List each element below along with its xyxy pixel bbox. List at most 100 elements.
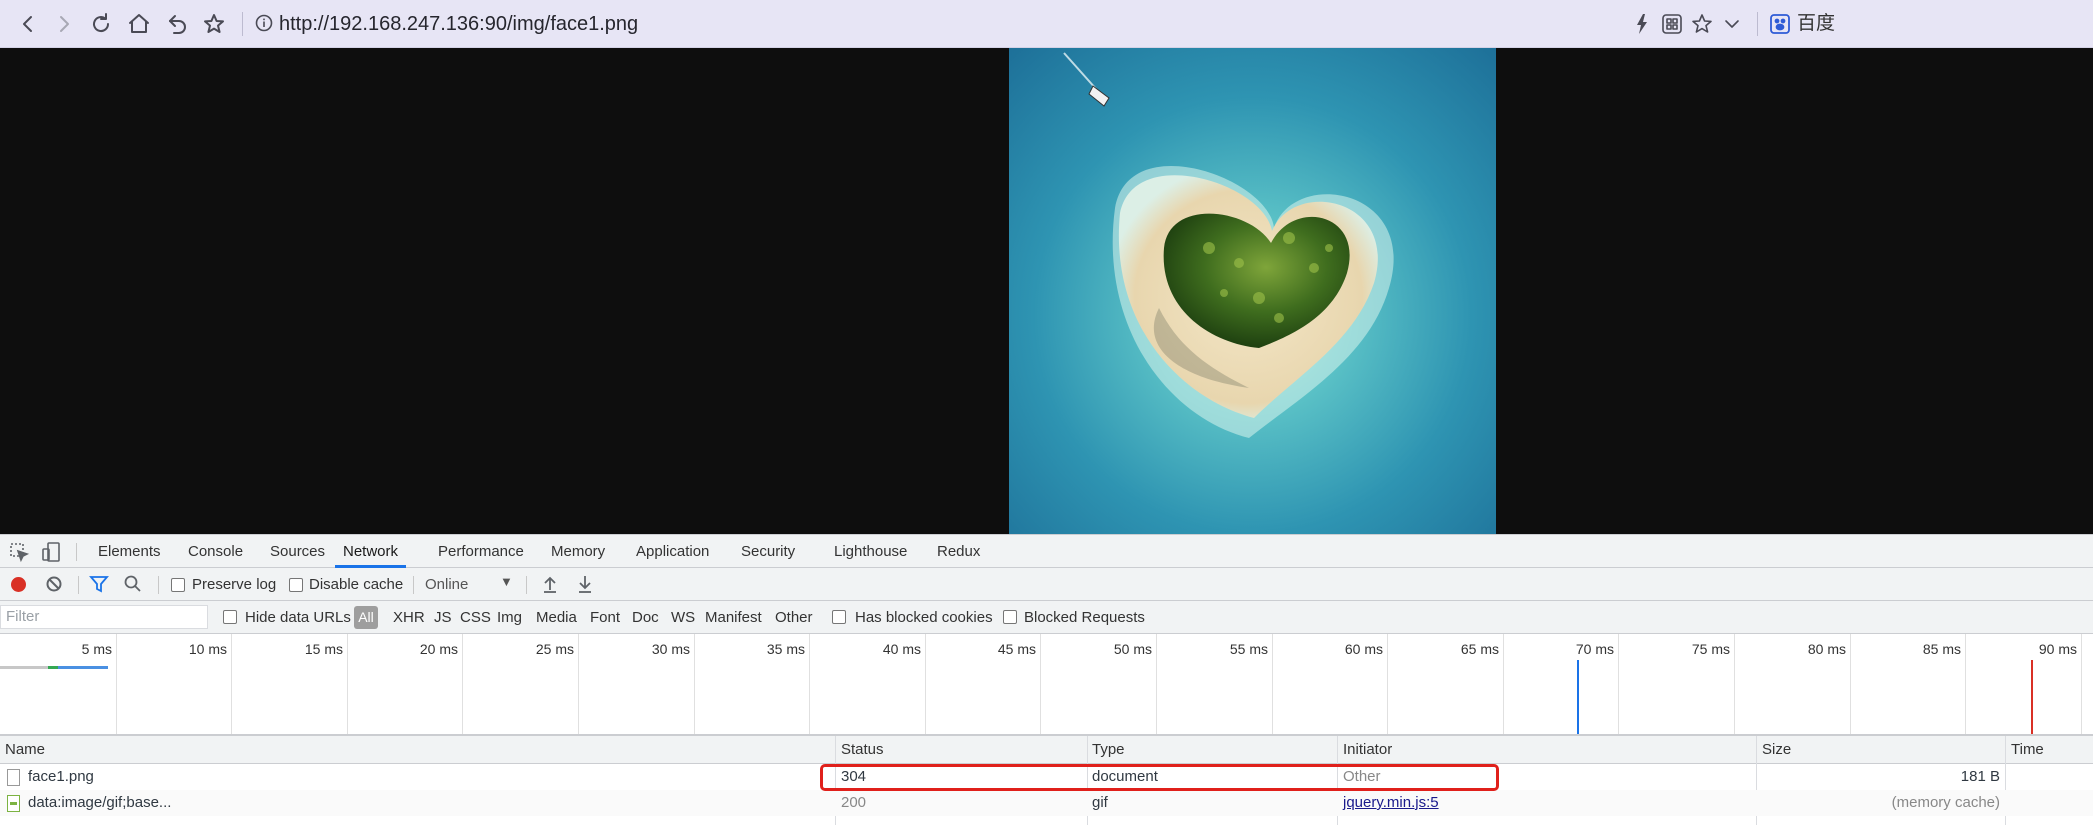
qr-icon[interactable] — [1658, 10, 1686, 38]
timeline-tick-label: 90 ms — [2038, 641, 2077, 657]
tab-memory[interactable]: Memory — [551, 535, 605, 568]
timeline-tick-label: 80 ms — [1807, 641, 1846, 657]
filter-all[interactable]: All — [354, 606, 378, 629]
undo-icon[interactable] — [163, 10, 191, 38]
timeline-gridline — [1734, 634, 1735, 734]
timeline-gridline — [1503, 634, 1504, 734]
back-icon[interactable] — [14, 10, 42, 38]
chevron-down-icon[interactable] — [1718, 10, 1746, 38]
requests-grid-header: Name Status Type Initiator Size Time — [0, 736, 2093, 764]
blocked-requests-checkbox[interactable] — [1003, 610, 1017, 624]
lightning-icon[interactable] — [1628, 10, 1656, 38]
timeline-gridline — [1387, 634, 1388, 734]
request-name[interactable]: face1.png — [28, 764, 94, 790]
filter-css[interactable]: CSS — [460, 609, 491, 626]
has-blocked-cookies-checkbox[interactable] — [832, 610, 846, 624]
tab-network[interactable]: Network — [335, 535, 407, 568]
tab-security[interactable]: Security — [741, 535, 795, 568]
request-name[interactable]: data:image/gif;base... — [28, 790, 171, 816]
column-type[interactable]: Type — [1092, 736, 1125, 764]
timeline-tick-label: 85 ms — [1922, 641, 1961, 657]
timeline-gridline — [694, 634, 695, 734]
filter-xhr[interactable]: XHR — [393, 609, 425, 626]
throttle-select[interactable]: Online — [425, 576, 468, 593]
toolbar-divider — [242, 12, 243, 36]
filter-other[interactable]: Other — [775, 609, 813, 626]
tab-application[interactable]: Application — [636, 535, 709, 568]
throttle-dropdown-icon[interactable]: ▼ — [500, 574, 513, 589]
hide-data-urls-checkbox[interactable] — [223, 610, 237, 624]
timeline-gridline — [462, 634, 463, 734]
tab-redux[interactable]: Redux — [937, 535, 980, 568]
timeline-tick-label: 10 ms — [188, 641, 227, 657]
timeline-gridline — [1850, 634, 1851, 734]
filter-icon[interactable] — [88, 573, 110, 595]
device-toolbar-icon[interactable] — [40, 541, 62, 563]
star-icon[interactable] — [1688, 10, 1716, 38]
island-image — [1009, 48, 1496, 534]
load-event-marker — [2031, 660, 2033, 734]
timeline-gridline — [1040, 634, 1041, 734]
timeline-bar-download — [58, 666, 108, 669]
image-file-icon — [7, 795, 20, 812]
clear-icon[interactable] — [43, 573, 65, 595]
timeline-tick-label: 25 ms — [535, 641, 574, 657]
reload-icon[interactable] — [87, 10, 115, 38]
filter-manifest[interactable]: Manifest — [705, 609, 762, 626]
filter-input[interactable]: Filter — [0, 605, 208, 629]
record-button[interactable] — [11, 577, 26, 592]
disable-cache-checkbox[interactable] — [289, 578, 303, 592]
filter-doc[interactable]: Doc — [632, 609, 659, 626]
timeline-tick-label: 45 ms — [997, 641, 1036, 657]
blocked-requests-label: Blocked Requests — [1024, 609, 1145, 626]
preserve-log-label: Preserve log — [192, 576, 277, 593]
import-har-icon[interactable] — [539, 573, 561, 595]
filter-font[interactable]: Font — [590, 609, 620, 626]
timeline-tick-label: 30 ms — [651, 641, 690, 657]
export-har-icon[interactable] — [574, 573, 596, 595]
column-name[interactable]: Name — [5, 736, 45, 764]
filter-media[interactable]: Media — [536, 609, 577, 626]
tab-console[interactable]: Console — [188, 535, 243, 568]
timeline-gridline — [2081, 634, 2082, 734]
timeline-gridline — [578, 634, 579, 734]
toolbar-divider — [158, 576, 159, 594]
bookmark-star-icon[interactable] — [200, 10, 228, 38]
filter-ws[interactable]: WS — [671, 609, 695, 626]
toolbar-divider — [413, 576, 414, 594]
tab-sources[interactable]: Sources — [270, 535, 325, 568]
tab-elements[interactable]: Elements — [98, 535, 161, 568]
baidu-paw-icon[interactable] — [1766, 10, 1794, 38]
tab-performance[interactable]: Performance — [438, 535, 524, 568]
search-engine-label[interactable]: 百度 — [1797, 10, 1835, 38]
home-icon[interactable] — [125, 10, 153, 38]
tab-divider — [76, 543, 77, 561]
request-initiator-link[interactable]: jquery.min.js:5 — [1343, 790, 1439, 816]
column-time[interactable]: Time — [2011, 736, 2044, 764]
filter-js[interactable]: JS — [434, 609, 452, 626]
preserve-log-checkbox[interactable] — [171, 578, 185, 592]
toolbar-divider-right — [1757, 12, 1758, 36]
info-icon[interactable] — [255, 14, 275, 34]
timeline-gridline — [1156, 634, 1157, 734]
tab-lighthouse[interactable]: Lighthouse — [834, 535, 907, 568]
table-row[interactable]: data:image/gif;base... 200 gif jquery.mi… — [0, 790, 2093, 816]
column-initiator[interactable]: Initiator — [1343, 736, 1392, 764]
column-size[interactable]: Size — [1762, 736, 1791, 764]
timeline-tick-label: 55 ms — [1229, 641, 1268, 657]
address-bar[interactable]: http://192.168.247.136:90/img/face1.png — [279, 10, 638, 38]
network-overview-timeline[interactable]: 5 ms 10 ms 15 ms 20 ms 25 ms 30 ms 35 ms 40 ms 4… — [0, 634, 2093, 736]
request-size: 181 B — [1960, 768, 2000, 785]
search-icon[interactable] — [122, 573, 144, 595]
column-status[interactable]: Status — [841, 736, 884, 764]
toolbar-divider — [526, 576, 527, 594]
page-viewport — [0, 48, 2093, 534]
timeline-bar-waiting — [0, 666, 48, 669]
forward-icon[interactable] — [50, 10, 78, 38]
timeline-gridline — [1272, 634, 1273, 734]
inspect-element-icon[interactable] — [8, 541, 30, 563]
timeline-gridline — [1965, 634, 1966, 734]
hide-data-urls-label: Hide data URLs — [245, 609, 351, 626]
filter-img[interactable]: Img — [497, 609, 522, 626]
devtools-panel: Elements Console Sources Network Perform… — [0, 534, 2093, 825]
